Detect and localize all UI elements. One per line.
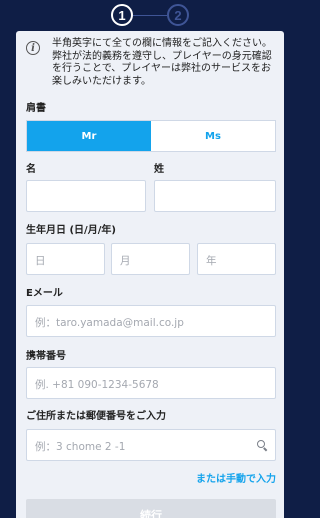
last-name-label: 姓 <box>154 164 164 175</box>
email-input[interactable]: 例：taro.yamada@mail.co.jp <box>26 305 276 337</box>
step-1-indicator: 1 <box>111 4 133 26</box>
step-2-indicator: 2 <box>167 4 189 26</box>
address-placeholder: 例：3 chome 2 -1 <box>35 441 126 453</box>
registration-form: i 半角英字にて全ての欄に情報をご記入ください。弊社が法的義務を遵守し、プレイヤ… <box>16 31 284 518</box>
dob-year-input[interactable]: 年 <box>197 243 276 275</box>
dob-label: 生年月日 (日/月/年) <box>26 225 116 236</box>
first-name-input[interactable] <box>26 180 146 212</box>
search-icon[interactable] <box>257 440 268 452</box>
address-search-input[interactable]: 例：3 chome 2 -1 <box>26 429 276 461</box>
dob-month-input[interactable]: 月 <box>111 243 190 275</box>
title-label: 肩書 <box>26 103 46 114</box>
dob-day-input[interactable]: 日 <box>26 243 105 275</box>
stepper-connector <box>133 15 167 16</box>
continue-button[interactable]: 続行 <box>26 499 276 518</box>
last-name-input[interactable] <box>154 180 276 212</box>
stepper: 1 2 <box>0 0 300 30</box>
phone-label: 携帯番号 <box>26 351 66 362</box>
info-message: 半角英字にて全ての欄に情報をご記入ください。弊社が法的義務を遵守し、プレイヤーの… <box>52 38 272 87</box>
phone-input[interactable]: 例. +81 090-1234-5678 <box>26 367 276 399</box>
dob-month-placeholder: 月 <box>120 255 131 267</box>
email-placeholder: 例：taro.yamada@mail.co.jp <box>35 317 184 329</box>
phone-placeholder: 例. +81 090-1234-5678 <box>35 379 159 391</box>
title-selector: Mr Ms <box>26 120 276 152</box>
title-ms-button[interactable]: Ms <box>151 121 275 151</box>
email-label: Eメール <box>26 288 63 299</box>
info-icon: i <box>26 41 40 55</box>
dob-day-placeholder: 日 <box>35 255 46 267</box>
first-name-label: 名 <box>26 164 36 175</box>
title-mr-button[interactable]: Mr <box>27 121 151 151</box>
manual-address-link[interactable]: または手動で入力 <box>196 470 276 485</box>
address-label: ご住所または郵便番号をご入力 <box>26 411 166 422</box>
dob-year-placeholder: 年 <box>206 255 217 267</box>
